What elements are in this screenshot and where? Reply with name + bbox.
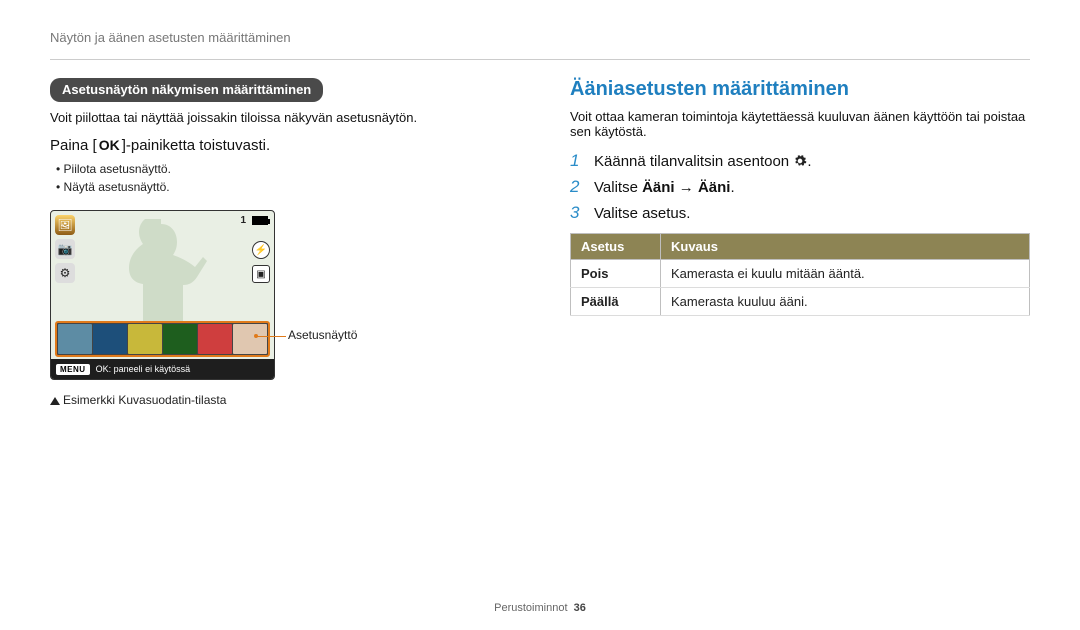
right-column: Ääniasetusten määrittäminen Voit ottaa k… [570,78,1030,407]
intro-text: Voit ottaa kameran toimintoja käytettäes… [570,109,1030,139]
menu-badge: MENU [56,364,90,375]
table-cell-desc: Kamerasta ei kuulu mitään ääntä. [661,260,1030,288]
camera-screenshot: 1 🖼 📷 ⚙ ⚡ ▣ [50,210,275,380]
filter-thumb [198,324,232,354]
camera-right-icons: ⚡ ▣ [252,241,270,283]
breadcrumb: Näytön ja äänen asetusten määrittäminen [50,30,1030,45]
ev-icon: ▣ [252,265,270,283]
step-text: Käännä tilanvalitsin asentoon . [594,153,811,170]
shot-count: 1 [240,215,246,226]
press-instruction: Paina [OK]-painiketta toistuvasti. [50,137,510,154]
filter-thumb [128,324,162,354]
table-cell-desc: Kamerasta kuuluu ääni. [661,288,1030,316]
bullet-item: Näytä asetusnäyttö. [56,178,510,196]
section-title: Ääniasetusten määrittäminen [570,78,1030,101]
settings-icon: ⚙ [55,263,75,283]
step: 3 Valitse asetus. [570,203,1030,223]
bullet-item: Piilota asetusnäyttö. [56,160,510,178]
mode-icon: 🖼 [55,215,75,235]
table-header: Asetus [571,234,661,260]
left-column: Asetusnäytön näkymisen määrittäminen Voi… [50,78,510,407]
camera-topbar: 1 [240,215,268,226]
camera-icon: 📷 [55,239,75,259]
footer-section: Perustoiminnot [494,602,567,614]
step-text: Valitse asetus. [594,205,690,222]
table-row: Päällä Kamerasta kuuluu ääni. [571,288,1030,316]
callout-dot-icon [254,334,258,338]
press-prefix: Paina [ [50,137,97,154]
filter-thumb [58,324,92,354]
caption: Esimerkki Kuvasuodatin-tilasta [50,393,510,407]
intro-text: Voit piilottaa tai näyttää joissakin til… [50,110,510,125]
camera-screenshot-wrap: 1 🖼 📷 ⚙ ⚡ ▣ [50,210,275,380]
settings-table: Asetus Kuvaus Pois Kamerasta ei kuulu mi… [570,233,1030,316]
divider [50,59,1030,60]
flash-icon: ⚡ [252,241,270,259]
filter-thumb [233,324,267,354]
camera-left-icons: 🖼 📷 ⚙ [55,215,75,283]
bottombar-text: OK: paneeli ei käytössä [96,364,191,374]
gear-icon [793,154,807,168]
silhouette-icon [121,219,211,329]
step-number: 2 [570,177,586,197]
step: 2 Valitse Ääni → Ääni. [570,177,1030,197]
table-cell-label: Päällä [571,288,661,316]
step: 1 Käännä tilanvalitsin asentoon . [570,151,1030,171]
camera-bottombar: MENU OK: paneeli ei käytössä [51,359,274,379]
press-suffix: ]-painiketta toistuvasti. [122,137,270,154]
table-cell-label: Pois [571,260,661,288]
filter-thumb [163,324,197,354]
step-number: 3 [570,203,586,223]
ok-button-icon: OK [97,137,122,154]
filter-strip [55,321,270,357]
page-footer: Perustoiminnot 36 [0,602,1080,614]
subsection-header: Asetusnäytön näkymisen määrittäminen [50,78,323,102]
step-number: 1 [570,151,586,171]
battery-icon [252,216,268,225]
numbered-steps: 1 Käännä tilanvalitsin asentoon . 2 Vali… [570,151,1030,223]
bullets-list: Piilota asetusnäyttö. Näytä asetusnäyttö… [50,160,510,196]
table-header: Kuvaus [661,234,1030,260]
triangle-up-icon [50,397,60,405]
table-row: Pois Kamerasta ei kuulu mitään ääntä. [571,260,1030,288]
page-number: 36 [574,602,586,614]
filter-thumb [93,324,127,354]
step-text: Valitse Ääni → Ääni. [594,179,735,196]
callout-label: Asetusnäyttö [288,328,357,342]
